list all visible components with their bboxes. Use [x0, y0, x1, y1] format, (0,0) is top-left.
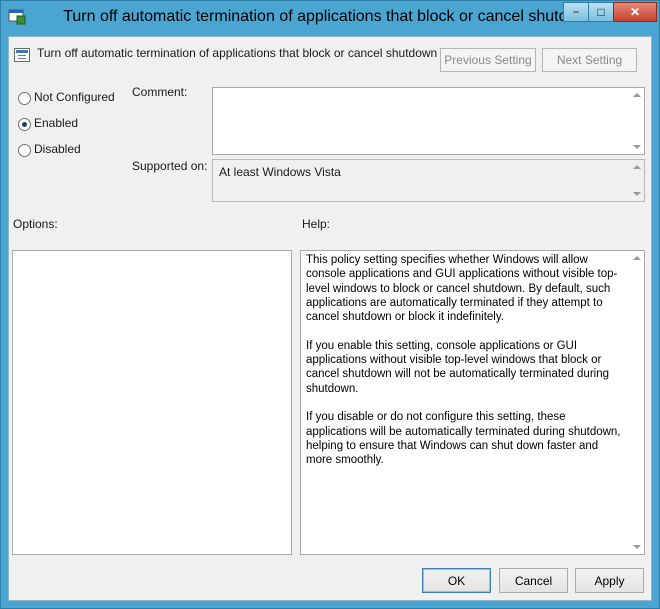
apply-label: Apply — [594, 573, 625, 588]
minimize-icon: − — [572, 5, 580, 19]
scroll-up-icon[interactable] — [633, 165, 641, 169]
help-paragraph: This policy setting specifies whether Wi… — [306, 254, 618, 324]
policy-dialog-window: Turn off automatic termination of applic… — [0, 0, 660, 609]
title-bar[interactable]: Turn off automatic termination of applic… — [1, 1, 659, 35]
radio-enabled-circle[interactable] — [18, 118, 31, 131]
help-paragraph: If you enable this setting, console appl… — [306, 339, 609, 395]
next-setting-button[interactable]: Next Setting — [542, 48, 637, 72]
cancel-label: Cancel — [514, 573, 553, 588]
comment-label: Comment: — [132, 85, 188, 99]
window-title: Turn off automatic termination of applic… — [63, 8, 597, 25]
radio-disabled-circle[interactable] — [18, 144, 31, 157]
options-panel[interactable] — [12, 250, 292, 555]
help-panel[interactable]: This policy setting specifies whether Wi… — [300, 250, 645, 555]
radio-enabled-label: Enabled — [34, 116, 79, 130]
supported-on-label: Supported on: — [132, 159, 208, 173]
scroll-up-icon[interactable] — [633, 256, 641, 260]
radio-not-configured-circle[interactable] — [18, 92, 31, 105]
help-scrollbar[interactable] — [630, 251, 644, 554]
scroll-down-icon[interactable] — [633, 145, 641, 149]
minimize-button[interactable]: − — [563, 2, 589, 22]
previous-setting-button[interactable]: Previous Setting — [440, 48, 536, 72]
close-icon: ✕ — [629, 5, 641, 19]
radio-disabled-label: Disabled — [34, 142, 81, 156]
maximize-button[interactable]: □ — [588, 2, 614, 22]
supported-on-value: At least Windows Vista — [219, 165, 341, 179]
supported-scrollbar[interactable] — [630, 160, 644, 201]
radio-not-configured-label: Not Configured — [34, 90, 115, 104]
next-setting-label: Next Setting — [556, 53, 623, 67]
cancel-button[interactable]: Cancel — [499, 568, 568, 593]
scroll-down-icon[interactable] — [633, 545, 641, 549]
policy-setting-icon — [14, 48, 30, 62]
scroll-up-icon[interactable] — [633, 93, 641, 97]
dialog-client-area: Turn off automatic termination of applic… — [8, 36, 652, 601]
close-button[interactable]: ✕ — [613, 2, 657, 22]
scroll-down-icon[interactable] — [633, 192, 641, 196]
comment-scrollbar[interactable] — [630, 88, 644, 154]
options-label: Options: — [13, 217, 58, 231]
help-text: This policy setting specifies whether Wi… — [306, 253, 627, 482]
supported-on-box: At least Windows Vista — [212, 159, 645, 202]
policy-name-heading: Turn off automatic termination of applic… — [37, 46, 438, 60]
ok-button[interactable]: OK — [422, 568, 491, 593]
maximize-icon: □ — [597, 5, 605, 19]
comment-textarea[interactable] — [212, 87, 645, 155]
apply-button[interactable]: Apply — [575, 568, 644, 593]
help-label: Help: — [302, 217, 331, 231]
help-paragraph: If you disable or do not configure this … — [306, 411, 621, 467]
ok-label: OK — [447, 573, 466, 588]
previous-setting-label: Previous Setting — [444, 53, 532, 67]
